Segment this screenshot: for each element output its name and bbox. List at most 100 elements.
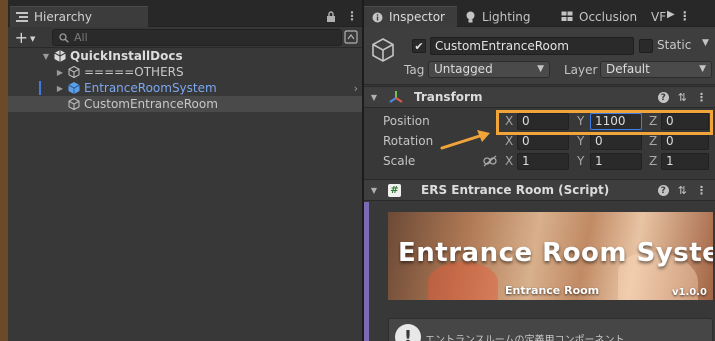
layer-label: Layer — [564, 63, 598, 77]
static-checkbox[interactable] — [639, 39, 653, 53]
layer-value: Default — [606, 62, 650, 76]
list-item[interactable]: ▶ EntranceRoomSystem › — [8, 80, 362, 96]
scale-x-field[interactable]: 1 — [517, 153, 569, 170]
info-helpbox: ! エントランスルームの定義用コンポーネント — [388, 318, 713, 341]
rotation-x-field[interactable]: 0 — [517, 133, 569, 150]
tab-scroll-right-icon[interactable]: ▶ — [667, 9, 675, 23]
lightbulb-icon — [466, 11, 475, 22]
expand-arrow-icon[interactable]: ▼ — [41, 52, 51, 61]
ers-banner-image: Entrance Room System Entrance Room v1.0.… — [388, 212, 713, 300]
gameobject-icon — [68, 65, 80, 79]
constrain-proportions-icon[interactable] — [483, 155, 497, 167]
list-item-selected[interactable]: CustomEntranceRoom — [8, 96, 362, 112]
tag-dropdown[interactable]: Untagged ▼ — [428, 61, 550, 78]
warning-icon: ! — [395, 324, 421, 341]
occlusion-icon — [561, 11, 573, 21]
helpbox-text: エントランスルームの定義用コンポーネント — [425, 335, 625, 341]
axis-y-label[interactable]: Y — [577, 134, 584, 148]
tab-lighting[interactable]: Lighting — [457, 6, 553, 27]
chevron-down-icon: ▼ — [30, 34, 36, 43]
add-button[interactable]: + ▼ — [10, 28, 40, 47]
tab-hierarchy[interactable]: Hierarchy — [10, 6, 148, 27]
ers-script-title: ERS Entrance Room (Script) — [421, 183, 610, 197]
tag-label: Tag — [404, 63, 425, 77]
transform-axes-icon — [389, 91, 403, 103]
static-label: Static — [657, 38, 692, 52]
scene-name: QuickInstallDocs — [70, 49, 183, 63]
prefab-icon — [68, 82, 80, 94]
tab-inspector[interactable]: Inspector — [364, 6, 457, 27]
kebab-menu-icon[interactable]: ⋮ — [679, 9, 691, 23]
expand-arrow-icon[interactable]: ▶ — [55, 84, 65, 93]
chevron-down-icon: ▼ — [699, 64, 706, 74]
list-item[interactable]: ▶ =====OTHERS — [8, 64, 362, 80]
add-button-label: + — [14, 28, 28, 47]
component-accent-bar — [364, 202, 369, 341]
position-label: Position — [383, 114, 430, 128]
kebab-menu-icon[interactable]: ⋮ — [346, 9, 358, 23]
layer-dropdown[interactable]: Default ▼ — [600, 61, 712, 78]
banner-version: v1.0.0 — [672, 287, 707, 298]
fold-arrow-icon[interactable]: ▼ — [366, 186, 382, 195]
list-item-label: CustomEntranceRoom — [84, 97, 218, 111]
search-icon — [59, 32, 69, 43]
preset-icon[interactable]: ⇅ — [678, 91, 687, 104]
list-item-label: EntranceRoomSystem — [84, 81, 217, 95]
preset-icon[interactable]: ⇅ — [678, 184, 687, 197]
axis-y-label[interactable]: Y — [577, 154, 584, 168]
inspector-panel: Inspector Lighting Occlusion VF ▶ ⋮ ✔ Cu… — [364, 0, 715, 341]
chevron-right-icon[interactable]: › — [354, 82, 358, 95]
tab-vfx-label: VF — [651, 9, 667, 24]
rotation-z-field[interactable]: 0 — [661, 133, 709, 150]
highlight-annotation-box — [496, 110, 713, 135]
tab-occlusion-label: Occlusion — [579, 9, 638, 24]
tag-value: Untagged — [434, 62, 493, 76]
lock-icon[interactable] — [326, 10, 336, 22]
transform-header[interactable]: ▼ Transform ? ⇅ ⋮ — [364, 86, 715, 108]
active-checkbox[interactable]: ✔ — [412, 39, 426, 53]
scale-z-field[interactable]: 1 — [661, 153, 709, 170]
banner-subtitle: Entrance Room — [505, 284, 600, 297]
hierarchy-panel: Hierarchy ⋮ +▼ ▼ QuickInstallDocs ▶ ====… — [8, 0, 362, 341]
script-icon: # — [388, 183, 401, 197]
tab-inspector-label: Inspector — [389, 10, 445, 24]
scene-visibility-icon[interactable] — [344, 30, 358, 44]
hierarchy-list-icon — [16, 12, 28, 22]
transform-title: Transform — [414, 90, 483, 104]
hierarchy-tabbar: Hierarchy ⋮ — [8, 0, 362, 27]
gameobject-large-icon — [372, 38, 394, 62]
expand-arrow-icon[interactable]: ▶ — [55, 68, 65, 77]
kebab-menu-icon[interactable]: ⋮ — [696, 184, 707, 197]
list-item-label: =====OTHERS — [84, 65, 184, 79]
scale-y-field[interactable]: 1 — [590, 153, 642, 170]
kebab-menu-icon[interactable]: ⋮ — [696, 91, 707, 104]
scene-row[interactable]: ▼ QuickInstallDocs — [8, 48, 362, 64]
rotation-y-field[interactable]: 0 — [590, 133, 642, 150]
axis-x-label[interactable]: X — [505, 134, 513, 148]
rotation-label: Rotation — [383, 134, 434, 148]
scale-label: Scale — [383, 154, 416, 168]
gameobject-header: ✔ CustomEntranceRoom Static ▼ Tag Untagg… — [364, 27, 715, 85]
help-icon[interactable]: ? — [657, 185, 669, 196]
fold-arrow-icon[interactable]: ▼ — [366, 93, 382, 102]
axis-z-label[interactable]: Z — [649, 154, 657, 168]
axis-z-label[interactable]: Z — [649, 134, 657, 148]
gameobject-icon — [68, 97, 80, 111]
unity-scene-icon — [54, 50, 66, 62]
search-input[interactable] — [74, 31, 314, 44]
help-icon[interactable]: ? — [657, 92, 669, 103]
axis-x-label[interactable]: X — [505, 154, 513, 168]
info-icon — [372, 12, 383, 22]
annotation-arrow-icon — [440, 130, 490, 150]
inspector-tabbar: Inspector Lighting Occlusion VF ▶ ⋮ — [364, 0, 715, 27]
banner-title: Entrance Room System — [398, 238, 713, 268]
scene-view-edge — [0, 0, 8, 341]
tab-hierarchy-label: Hierarchy — [34, 10, 93, 24]
ers-script-header[interactable]: ▼ # ERS Entrance Room (Script) ? ⇅ ⋮ — [364, 179, 715, 201]
tab-occlusion[interactable]: Occlusion — [553, 6, 649, 27]
hierarchy-search[interactable] — [52, 29, 342, 46]
object-name-field[interactable]: CustomEntranceRoom — [430, 37, 634, 55]
hierarchy-toolbar: + ▼ — [8, 27, 362, 48]
chevron-down-icon[interactable]: ▼ — [702, 38, 709, 48]
chevron-down-icon: ▼ — [537, 64, 544, 74]
